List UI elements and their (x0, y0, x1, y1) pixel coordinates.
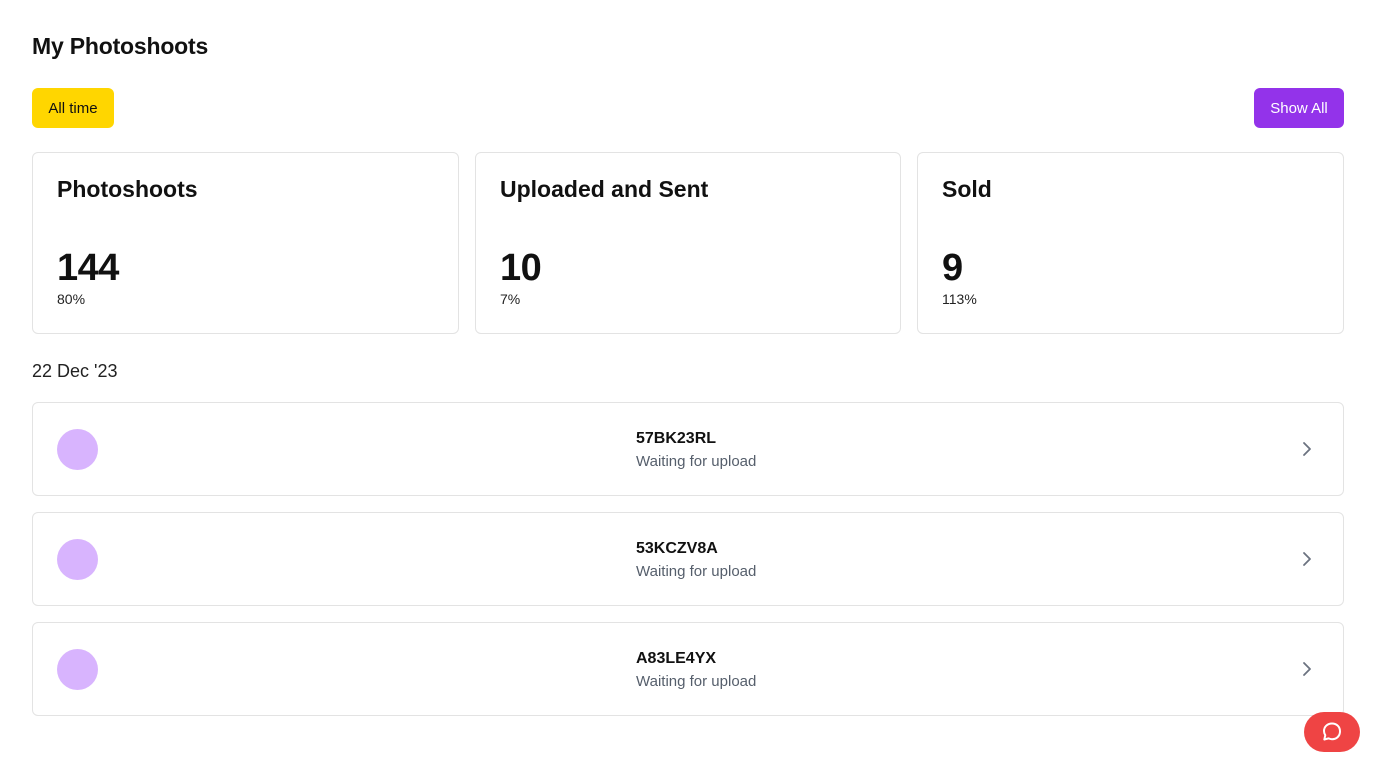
photoshoot-code: 53KCZV8A (636, 540, 718, 557)
stat-value: 144 (57, 247, 119, 289)
stat-value: 9 (942, 247, 963, 289)
chat-button[interactable] (1304, 712, 1360, 752)
chevron-right-icon[interactable] (1297, 439, 1317, 459)
stat-title: Uploaded and Sent (500, 176, 709, 202)
avatar (57, 539, 98, 580)
stat-value: 10 (500, 247, 542, 289)
page-title: My Photoshoots (32, 33, 209, 59)
photoshoot-status: Waiting for upload (636, 673, 757, 690)
show-all-button[interactable]: Show All (1254, 88, 1344, 128)
chevron-right-icon[interactable] (1297, 659, 1317, 679)
photoshoot-row[interactable]: 57BK23RL Waiting for upload (32, 402, 1344, 496)
photoshoot-code: A83LE4YX (636, 650, 717, 667)
time-filter-button[interactable]: All time (32, 88, 114, 128)
chat-bubble-icon (1323, 722, 1341, 741)
stat-card-sold: Sold 9 113% (917, 152, 1344, 334)
stat-card-photoshoots: Photoshoots 144 80% (32, 152, 459, 334)
stat-percent: 7% (500, 291, 521, 307)
date-group-heading: 22 Dec '23 (32, 361, 118, 381)
stat-card-uploaded-and-sent: Uploaded and Sent 10 7% (475, 152, 901, 334)
photoshoot-row[interactable]: A83LE4YX Waiting for upload (32, 622, 1344, 716)
photoshoot-status: Waiting for upload (636, 453, 757, 470)
stat-title: Photoshoots (57, 176, 198, 202)
stat-percent: 80% (57, 291, 86, 307)
photoshoot-row[interactable]: 53KCZV8A Waiting for upload (32, 512, 1344, 606)
stat-title: Sold (942, 176, 992, 202)
avatar (57, 649, 98, 690)
avatar (57, 429, 98, 470)
photoshoot-status: Waiting for upload (636, 563, 757, 580)
stat-percent: 113% (942, 291, 977, 307)
photoshoot-code: 57BK23RL (636, 430, 717, 447)
page: My Photoshoots All time Show All Photosh… (0, 0, 1376, 772)
chevron-right-icon[interactable] (1297, 549, 1317, 569)
